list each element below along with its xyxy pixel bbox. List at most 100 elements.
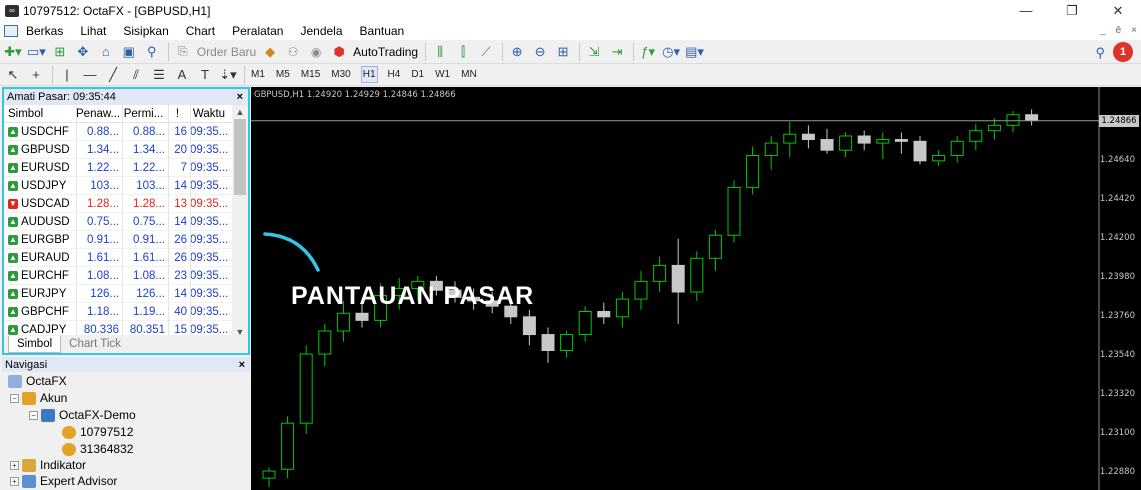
- expand-icon[interactable]: +: [10, 460, 19, 470]
- mdi-close-button[interactable]: ×: [1131, 22, 1137, 40]
- collapse-icon[interactable]: −: [29, 410, 38, 420]
- scroll-thumb[interactable]: [234, 119, 246, 195]
- table-row[interactable]: ▲ USDCHF 0.88... 0.88... 16 09:35...: [4, 123, 232, 141]
- table-row[interactable]: ▲ EURCHF 1.08... 1.08... 23 09:35...: [4, 267, 232, 285]
- strategy-tester-icon[interactable]: ⚲: [143, 43, 161, 61]
- tab-tick-chart[interactable]: Chart Tick: [61, 336, 129, 353]
- fibonacci-icon[interactable]: ☰: [150, 66, 168, 84]
- navigator-icon[interactable]: ✥: [74, 43, 92, 61]
- text-icon[interactable]: A: [173, 66, 191, 84]
- timeframe-w1[interactable]: W1: [434, 67, 451, 82]
- symbol-cell: ▲ EURCHF: [4, 270, 76, 282]
- restore-button[interactable]: ❐: [1049, 0, 1095, 22]
- market-watch-icon[interactable]: ⊞: [51, 43, 69, 61]
- crosshair-icon[interactable]: +: [27, 66, 45, 84]
- tree-item-account[interactable]: 31364832: [62, 442, 133, 456]
- table-row[interactable]: ▲ GBPUSD 1.34... 1.34... 20 09:35...: [4, 141, 232, 159]
- column-header-bid[interactable]: Penaw...: [76, 108, 122, 120]
- bar-chart-icon[interactable]: ⫼: [431, 43, 449, 61]
- channel-icon[interactable]: ⫽: [127, 66, 145, 84]
- market-watch-scrollbar[interactable]: ▲ ▼: [232, 105, 248, 339]
- zoom-out-icon[interactable]: ⊖: [531, 43, 549, 61]
- tree-item-server[interactable]: − OctaFX-Demo: [29, 408, 136, 422]
- table-row[interactable]: ▲ EURJPY 126... 126... 14 09:35...: [4, 285, 232, 303]
- vertical-line-icon[interactable]: |: [58, 66, 76, 84]
- spread-cell: 40: [174, 305, 187, 318]
- candlestick-icon[interactable]: ⫿: [454, 43, 472, 61]
- menu-bantuan[interactable]: Bantuan: [360, 24, 405, 38]
- terminal-icon[interactable]: ▣: [120, 43, 138, 61]
- candle-bullish: [615, 298, 629, 318]
- timeframe-h1[interactable]: H1: [360, 66, 378, 83]
- search-icon[interactable]: ⚲: [1095, 45, 1105, 61]
- notifications-badge[interactable]: 1: [1113, 42, 1133, 62]
- templates-icon[interactable]: ▤▾: [685, 43, 704, 61]
- auto-scroll-icon[interactable]: ⇲: [585, 43, 603, 61]
- tree-item-accounts[interactable]: − Akun: [10, 391, 67, 405]
- column-header-symbol[interactable]: Simbol: [4, 108, 76, 120]
- mdi-minimize-button[interactable]: _: [1100, 22, 1106, 40]
- close-button[interactable]: ✕: [1095, 0, 1141, 22]
- column-header-ask[interactable]: Permi...: [122, 108, 168, 120]
- table-row[interactable]: ▼ USDCAD 1.28... 1.28... 13 09:35...: [4, 195, 232, 213]
- timeframe-h4[interactable]: H4: [387, 67, 402, 82]
- data-window-icon[interactable]: ⌂: [97, 43, 115, 61]
- vps-icon[interactable]: ◉: [307, 43, 325, 61]
- timeframe-m15[interactable]: M15: [300, 67, 321, 82]
- timeframe-mn[interactable]: MN: [460, 67, 478, 82]
- tree-item-indicators[interactable]: + Indikator: [10, 458, 86, 472]
- bid-cell: 1.18...: [87, 305, 119, 318]
- market-watch-close-icon[interactable]: ×: [237, 91, 243, 103]
- menu-sisipkan[interactable]: Sisipkan: [123, 24, 168, 38]
- navigator-close-icon[interactable]: ×: [239, 359, 245, 371]
- table-row[interactable]: ▲ EURUSD 1.22... 1.22... 7 09:35...: [4, 159, 232, 177]
- scroll-up-icon[interactable]: ▲: [232, 105, 248, 119]
- menu-chart[interactable]: Chart: [186, 24, 215, 38]
- new-order-button[interactable]: Order Baru: [197, 43, 256, 61]
- tile-windows-icon[interactable]: ⊞: [554, 43, 572, 61]
- arrows-icon[interactable]: ⇣▾: [219, 66, 237, 84]
- document-icon[interactable]: [4, 25, 18, 37]
- chart-shift-icon[interactable]: ⇥: [608, 43, 626, 61]
- timeframe-m5[interactable]: M5: [275, 67, 291, 82]
- symbol-cell: ▲ GBPCHF: [4, 306, 76, 318]
- timeframe-m30[interactable]: M30: [330, 67, 351, 82]
- periods-icon[interactable]: ◷▾: [662, 43, 680, 61]
- mdi-restore-button[interactable]: ē: [1116, 22, 1122, 40]
- new-order-icon[interactable]: ⎘: [174, 43, 192, 61]
- table-row[interactable]: ▲ AUDUSD 0.75... 0.75... 14 09:35...: [4, 213, 232, 231]
- expand-icon[interactable]: +: [10, 476, 19, 486]
- menu-lihat[interactable]: Lihat: [80, 24, 106, 38]
- profiles-icon[interactable]: ▭▾: [27, 43, 46, 61]
- autotrading-button[interactable]: AutoTrading: [353, 43, 418, 61]
- tree-item-octafx[interactable]: OctaFX: [8, 374, 67, 388]
- text-label-icon[interactable]: T: [196, 66, 214, 84]
- collapse-icon[interactable]: −: [10, 393, 19, 403]
- tree-item-account[interactable]: 10797512: [62, 425, 133, 439]
- metaeditor-icon[interactable]: ◆: [261, 43, 279, 61]
- timeframe-m1[interactable]: M1: [250, 67, 266, 82]
- table-row[interactable]: ▲ GBPCHF 1.18... 1.19... 40 09:35...: [4, 303, 232, 321]
- horizontal-line-icon[interactable]: —: [81, 66, 99, 84]
- table-row[interactable]: ▲ USDJPY 103... 103... 14 09:35...: [4, 177, 232, 195]
- minimize-button[interactable]: —: [1003, 0, 1049, 22]
- menu-berkas[interactable]: Berkas: [26, 24, 63, 38]
- line-chart-icon[interactable]: ⟋: [477, 43, 495, 61]
- tree-item-expert-advisors[interactable]: + Expert Advisor: [10, 474, 117, 488]
- new-chart-icon[interactable]: ✚▾: [4, 43, 22, 61]
- table-row[interactable]: ▲ EURGBP 0.91... 0.91... 26 09:35...: [4, 231, 232, 249]
- zoom-in-icon[interactable]: ⊕: [508, 43, 526, 61]
- indicators-icon[interactable]: ƒ▾: [639, 43, 657, 61]
- cursor-icon[interactable]: ↖: [4, 66, 22, 84]
- menu-peralatan[interactable]: Peralatan: [232, 24, 283, 38]
- autotrading-icon[interactable]: ⬢: [330, 43, 348, 61]
- signals-icon[interactable]: ⚇: [284, 43, 302, 61]
- candle-bullish: [727, 186, 741, 236]
- column-header-time[interactable]: Waktu: [190, 108, 230, 120]
- timeframe-d1[interactable]: D1: [410, 67, 425, 82]
- trendline-icon[interactable]: ╱: [104, 66, 122, 84]
- column-header-spread[interactable]: !: [168, 108, 190, 120]
- menu-jendela[interactable]: Jendela: [300, 24, 342, 38]
- tab-symbols[interactable]: Simbol: [8, 336, 62, 353]
- table-row[interactable]: ▲ EURAUD 1.61... 1.61... 26 09:35...: [4, 249, 232, 267]
